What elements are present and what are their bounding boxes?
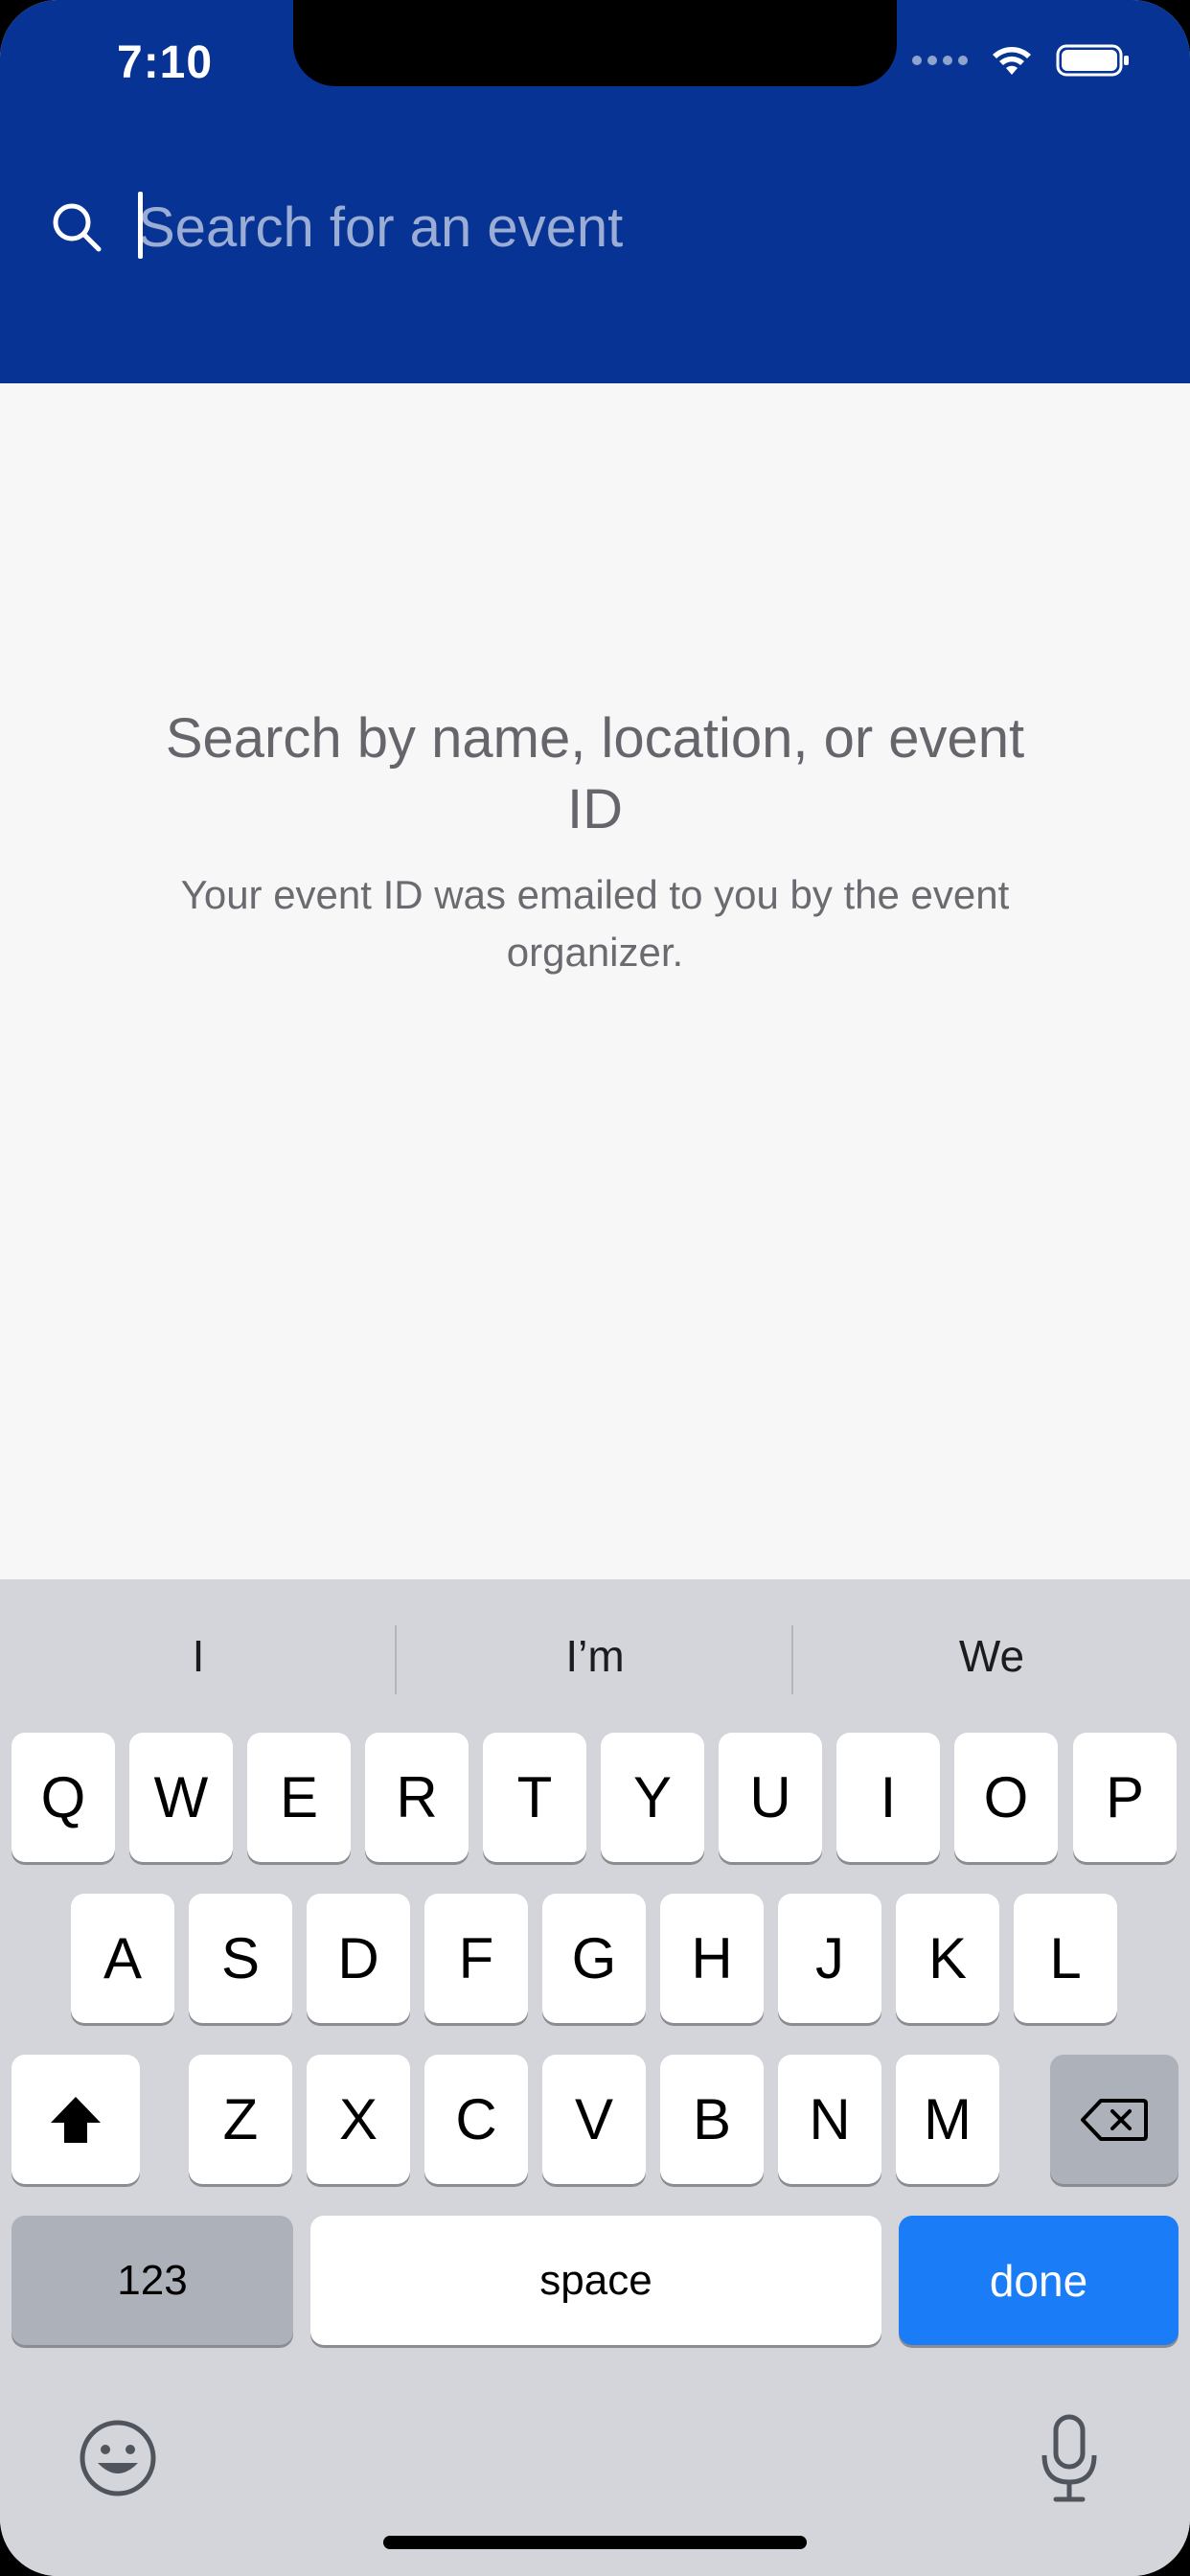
empty-state-title: Search by name, location, or event ID [165,707,1025,840]
search-input[interactable] [138,189,1142,265]
backspace-icon [1081,2098,1148,2141]
key[interactable]: V [542,2055,646,2184]
key[interactable]: O [954,1733,1058,1862]
app-screen: 7:10 Search by name, location, or event … [0,0,1190,2576]
space-key[interactable]: space [310,2216,881,2345]
key[interactable]: X [307,2055,410,2184]
signal-icon [912,56,968,65]
key[interactable]: C [424,2055,528,2184]
key[interactable]: U [719,1733,822,1862]
key[interactable]: Q [11,1733,115,1862]
done-button[interactable]: done [899,2216,1179,2345]
suggestion-bar: I I’m We [0,1618,1190,1694]
key[interactable]: B [660,2055,764,2184]
key[interactable]: Y [601,1733,704,1862]
suggestion-item[interactable]: I [0,1618,397,1694]
text-cursor [138,192,143,259]
key[interactable]: J [778,1894,881,2023]
key[interactable]: H [660,1894,764,2023]
suggestion-item[interactable]: We [793,1618,1190,1694]
key[interactable]: G [542,1894,646,2023]
search-icon [50,200,103,254]
backspace-key[interactable] [1050,2055,1179,2184]
key[interactable]: F [424,1894,528,2023]
key[interactable]: R [365,1733,469,1862]
key[interactable]: L [1014,1894,1117,2023]
empty-state-subtitle: Your event ID was emailed to you by the … [180,872,1010,975]
emoji-icon[interactable] [79,2419,157,2497]
key[interactable]: I [836,1733,940,1862]
numbers-key[interactable]: 123 [11,2216,293,2345]
key[interactable]: N [778,2055,881,2184]
key[interactable]: A [71,1894,174,2023]
wifi-icon [993,47,1031,75]
key[interactable]: S [189,1894,292,2023]
key[interactable]: M [896,2055,999,2184]
device-notch [293,0,897,86]
status-icons [912,42,1131,79]
microphone-icon[interactable] [1037,2413,1102,2505]
status-time: 7:10 [117,37,214,88]
key[interactable]: Z [189,2055,292,2184]
key[interactable]: D [307,1894,410,2023]
key[interactable]: K [896,1894,999,2023]
key[interactable]: E [247,1733,351,1862]
keyboard: I I’m We Q W E R T Y U I O P A S D F G H… [0,1579,1190,2576]
key[interactable]: T [483,1733,586,1862]
home-indicator[interactable] [383,2536,807,2549]
shift-icon [51,2096,101,2143]
battery-icon [1056,44,1129,77]
key[interactable]: W [129,1733,233,1862]
empty-state: Search by name, location, or event ID Yo… [144,703,1046,981]
suggestion-item[interactable]: I’m [397,1618,793,1694]
search-bar[interactable] [50,187,1142,267]
shift-key[interactable] [11,2055,140,2184]
key[interactable]: P [1073,1733,1177,1862]
header-wave [0,316,1190,367]
